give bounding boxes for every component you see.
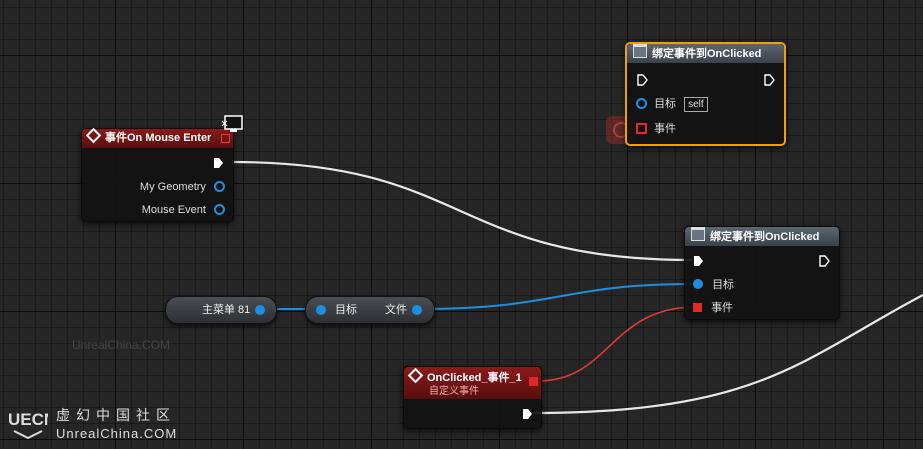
function-icon xyxy=(691,227,705,241)
node-title: 事件On Mouse Enter xyxy=(105,132,212,144)
getter-target-label: 目标 xyxy=(335,304,357,316)
struct-output-pin-icon[interactable] xyxy=(214,181,225,192)
object-output-pin-icon[interactable] xyxy=(255,305,265,315)
uecn-logo-icon: UECN xyxy=(8,410,48,439)
variable-node-main-menu[interactable]: 主菜单 81 xyxy=(165,296,277,324)
pin-row-event[interactable]: 事件 xyxy=(693,300,733,316)
pin-row-target[interactable]: 目标 self xyxy=(636,96,708,112)
getter-node-file[interactable]: 目标 文件 xyxy=(305,296,435,324)
pin-label: My Geometry xyxy=(139,181,206,193)
pin-row-mouse-event[interactable]: Mouse Event xyxy=(142,202,225,218)
node-bind-event-onclicked-selected[interactable]: 绑定事件到OnClicked 目标 self 事件 xyxy=(625,42,786,146)
delegate-input-pin-icon[interactable] xyxy=(636,123,647,134)
node-title: 绑定事件到OnClicked xyxy=(710,231,820,243)
object-input-pin-icon[interactable] xyxy=(693,279,703,289)
pin-label: 目标 xyxy=(654,98,677,110)
target-default-value[interactable]: self xyxy=(684,97,708,112)
pin-row-target[interactable]: 目标 xyxy=(693,277,734,293)
exec-output-pin-icon[interactable] xyxy=(522,408,533,420)
exec-wire-mouse-enter-to-bind xyxy=(231,160,693,262)
exec-input-pin-icon[interactable] xyxy=(693,255,704,267)
pin-label: 事件 xyxy=(711,302,734,314)
object-input-pin-icon[interactable] xyxy=(316,305,326,315)
getter-output-label: 文件 xyxy=(385,304,407,316)
pin-label: 事件 xyxy=(654,123,677,135)
function-icon xyxy=(633,44,647,58)
object-wire-file-to-bind-target xyxy=(419,283,695,310)
node-title: 绑定事件到OnClicked xyxy=(652,48,762,60)
delegate-wire-event-to-bind xyxy=(537,306,697,382)
node-header[interactable]: 绑定事件到OnClicked xyxy=(685,227,839,246)
variable-label: 主菜单 81 xyxy=(202,304,251,316)
object-output-pin-icon[interactable] xyxy=(412,305,422,315)
node-header[interactable]: 绑定事件到OnClicked xyxy=(627,44,784,63)
node-bind-event-onclicked[interactable]: 绑定事件到OnClicked 目标 事件 xyxy=(684,226,840,320)
object-input-pin-icon[interactable] xyxy=(636,98,647,109)
struct-output-pin-icon[interactable] xyxy=(214,204,225,215)
node-header[interactable]: OnClicked_事件_1 自定义事件 xyxy=(404,367,541,399)
pin-label: Mouse Event xyxy=(141,204,206,216)
event-diamond-icon xyxy=(85,127,102,144)
pin-row-my-geometry[interactable]: My Geometry xyxy=(140,179,225,195)
exec-input-pin-icon[interactable] xyxy=(637,74,648,86)
node-custom-event-onclicked[interactable]: OnClicked_事件_1 自定义事件 xyxy=(403,366,542,429)
exec-output-pin-icon[interactable] xyxy=(819,255,830,267)
delegate-input-pin-icon[interactable] xyxy=(693,303,702,312)
pin-label: 目标 xyxy=(712,279,735,291)
watermark-text: UnrealChina.COM xyxy=(72,338,171,352)
node-header[interactable]: 事件On Mouse Enter xyxy=(82,127,233,148)
node-event-on-mouse-enter[interactable]: 事件On Mouse Enter My Geometry Mouse Event xyxy=(81,127,234,222)
delegate-output-pin[interactable] xyxy=(221,134,230,143)
brand-name-en: UnrealChina.COM xyxy=(56,426,178,441)
delegate-output-pin[interactable] xyxy=(529,377,538,386)
monitor-icon xyxy=(221,115,243,132)
logo-text: UECN xyxy=(8,410,48,429)
pin-row-event[interactable]: 事件 xyxy=(636,121,676,137)
event-diamond-icon xyxy=(407,367,424,384)
node-title: OnClicked_事件_1 xyxy=(427,372,522,384)
exec-output-pin-icon[interactable] xyxy=(764,74,775,86)
node-subtitle: 自定义事件 xyxy=(429,386,479,397)
exec-output-pin-icon[interactable] xyxy=(213,157,224,169)
brand-name-cn: 虚幻中国社区 xyxy=(56,407,176,423)
